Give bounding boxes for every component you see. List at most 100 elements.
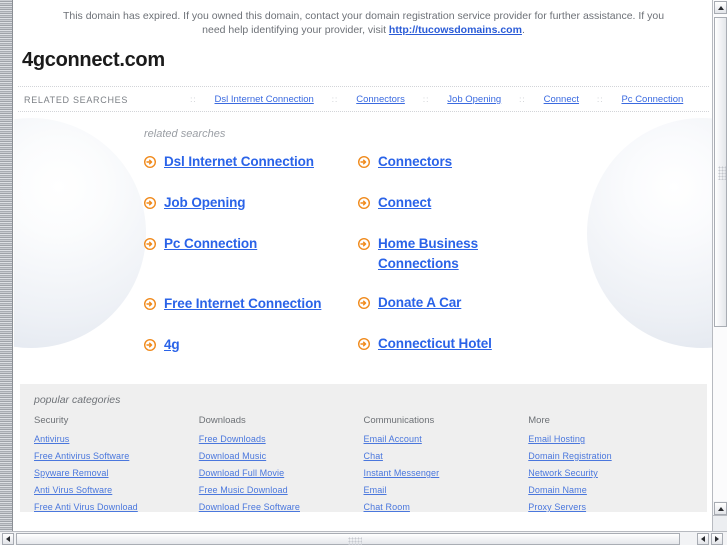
category-column-communications: Communications Email Account Chat Instan… xyxy=(364,415,529,519)
related-link-4g[interactable]: 4g xyxy=(164,335,180,355)
related-link-row[interactable]: Connecticut Hotel xyxy=(357,334,598,354)
vertical-scrollbar[interactable] xyxy=(712,0,727,531)
triangle-up-icon xyxy=(717,5,724,10)
related-link-row[interactable]: Free Internet Connection xyxy=(143,294,358,314)
category-link-proxy-servers[interactable]: Proxy Servers xyxy=(528,502,693,512)
arrow-circle-icon xyxy=(143,297,157,311)
related-searches-bar-label: RELATED SEARCHES xyxy=(24,94,129,105)
related-link-dsl-internet-connection[interactable]: Dsl Internet Connection xyxy=(164,152,314,172)
related-searches-heading: related searches xyxy=(144,128,226,140)
page-left-gutter xyxy=(0,0,13,531)
page-viewport: This domain has expired. If you owned th… xyxy=(14,0,713,531)
browser-window: This domain has expired. If you owned th… xyxy=(0,0,727,545)
popular-categories-columns: Security Antivirus Free Antivirus Softwa… xyxy=(34,415,693,519)
horizontal-scrollbar-thumb[interactable] xyxy=(16,533,680,545)
strip-link-connect[interactable]: Connect xyxy=(544,94,579,105)
scroll-up-button-bottom[interactable] xyxy=(714,502,727,515)
arrow-circle-icon xyxy=(357,237,371,251)
related-link-row[interactable]: Donate A Car xyxy=(357,293,598,313)
scroll-right-button[interactable] xyxy=(711,533,723,545)
related-link-row[interactable]: Home Business Connections xyxy=(357,234,598,274)
category-link-free-downloads[interactable]: Free Downloads xyxy=(199,434,364,444)
category-title: Communications xyxy=(363,415,435,426)
separator-icon: :: xyxy=(190,95,197,104)
related-link-donate-a-car[interactable]: Donate A Car xyxy=(378,293,461,313)
category-link-download-music[interactable]: Download Music xyxy=(199,451,364,461)
category-link-domain-name[interactable]: Domain Name xyxy=(528,485,693,495)
related-link-row[interactable]: Job Opening xyxy=(143,193,358,213)
related-link-pc-connection[interactable]: Pc Connection xyxy=(164,234,257,254)
category-link-download-free-software[interactable]: Download Free Software xyxy=(199,502,364,512)
category-link-domain-registration[interactable]: Domain Registration xyxy=(528,451,693,461)
category-link-antivirus[interactable]: Antivirus xyxy=(34,434,199,444)
triangle-up-icon xyxy=(717,506,724,511)
category-link-email-account[interactable]: Email Account xyxy=(364,434,529,444)
related-link-job-opening[interactable]: Job Opening xyxy=(164,193,246,213)
category-link-free-anti-virus-download[interactable]: Free Anti Virus Download xyxy=(34,502,199,512)
related-link-row[interactable]: Connect xyxy=(357,193,598,213)
strip-link-pc-connection[interactable]: Pc Connection xyxy=(621,94,683,105)
related-searches-grid: Dsl Internet Connection Job Opening Pc C… xyxy=(143,152,713,376)
category-title: More xyxy=(528,415,550,426)
related-link-row[interactable]: 4g xyxy=(143,335,358,355)
triangle-left-icon xyxy=(6,536,10,542)
arrow-circle-icon xyxy=(143,338,157,352)
related-link-row[interactable]: Pc Connection xyxy=(143,234,358,254)
arrow-circle-icon xyxy=(143,155,157,169)
popular-categories-panel: popular categories Security Antivirus Fr… xyxy=(20,384,707,512)
horizontal-scrollbar[interactable] xyxy=(0,531,727,545)
related-link-connecticut-hotel[interactable]: Connecticut Hotel xyxy=(378,334,492,354)
category-link-email[interactable]: Email xyxy=(364,485,529,495)
category-title: Downloads xyxy=(198,415,246,426)
category-link-chat[interactable]: Chat xyxy=(364,451,529,461)
related-link-row[interactable]: Connectors xyxy=(357,152,598,172)
category-link-spyware-removal[interactable]: Spyware Removal xyxy=(34,468,199,478)
triangle-left-icon xyxy=(701,536,705,542)
tucowsdomains-link[interactable]: http://tucowsdomains.com xyxy=(389,24,522,36)
popular-categories-heading: popular categories xyxy=(34,394,121,406)
category-link-instant-messenger[interactable]: Instant Messenger xyxy=(364,468,529,478)
separator-icon: :: xyxy=(597,95,604,104)
category-link-download-full-movie[interactable]: Download Full Movie xyxy=(199,468,364,478)
arrow-circle-icon xyxy=(357,296,371,310)
scrollbar-grip-icon xyxy=(348,537,362,545)
related-searches-right-column: Connectors Connect Home Business Connect… xyxy=(357,152,598,376)
scrollbar-grip-icon xyxy=(718,166,726,180)
arrow-circle-icon xyxy=(143,196,157,210)
arrow-circle-icon xyxy=(143,237,157,251)
separator-icon: :: xyxy=(331,95,339,104)
category-column-more: More Email Hosting Domain Registration N… xyxy=(528,415,693,519)
triangle-right-icon xyxy=(715,536,719,542)
related-searches-left-column: Dsl Internet Connection Job Opening Pc C… xyxy=(143,152,358,376)
related-link-home-business-connections[interactable]: Home Business Connections xyxy=(378,234,528,274)
category-link-network-security[interactable]: Network Security xyxy=(528,468,693,478)
related-link-free-internet-connection[interactable]: Free Internet Connection xyxy=(164,294,321,314)
scroll-left-button-right[interactable] xyxy=(697,533,709,545)
scrollbar-corner xyxy=(712,515,727,531)
category-link-free-antivirus-software[interactable]: Free Antivirus Software xyxy=(34,451,199,461)
category-link-free-music-download[interactable]: Free Music Download xyxy=(199,485,364,495)
expiry-notice-text-after: . xyxy=(521,24,525,36)
category-link-email-hosting[interactable]: Email Hosting xyxy=(528,434,693,444)
separator-icon: :: xyxy=(519,95,526,104)
arrow-circle-icon xyxy=(357,337,371,351)
related-link-row[interactable]: Dsl Internet Connection xyxy=(143,152,358,172)
related-link-connect[interactable]: Connect xyxy=(378,193,431,213)
related-link-connectors[interactable]: Connectors xyxy=(378,152,452,172)
arrow-circle-icon xyxy=(357,155,371,169)
category-column-downloads: Downloads Free Downloads Download Music … xyxy=(199,415,364,519)
strip-link-connectors[interactable]: Connectors xyxy=(356,94,405,105)
scroll-up-button[interactable] xyxy=(714,1,727,14)
category-column-security: Security Antivirus Free Antivirus Softwa… xyxy=(34,415,199,519)
separator-icon: :: xyxy=(422,95,430,104)
strip-link-dsl-internet-connection[interactable]: Dsl Internet Connection xyxy=(215,94,314,105)
scroll-left-button[interactable] xyxy=(2,533,14,545)
category-link-chat-room[interactable]: Chat Room xyxy=(364,502,529,512)
vertical-scrollbar-thumb[interactable] xyxy=(714,17,727,327)
strip-link-job-opening[interactable]: Job Opening xyxy=(447,94,501,105)
category-link-anti-virus-software[interactable]: Anti Virus Software xyxy=(34,485,199,495)
category-title: Security xyxy=(34,415,69,426)
expiry-notice-text-before: This domain has expired. If you owned th… xyxy=(62,10,665,36)
related-searches-bar: RELATED SEARCHES :: Dsl Internet Connect… xyxy=(18,86,709,112)
arrow-circle-icon xyxy=(357,196,371,210)
